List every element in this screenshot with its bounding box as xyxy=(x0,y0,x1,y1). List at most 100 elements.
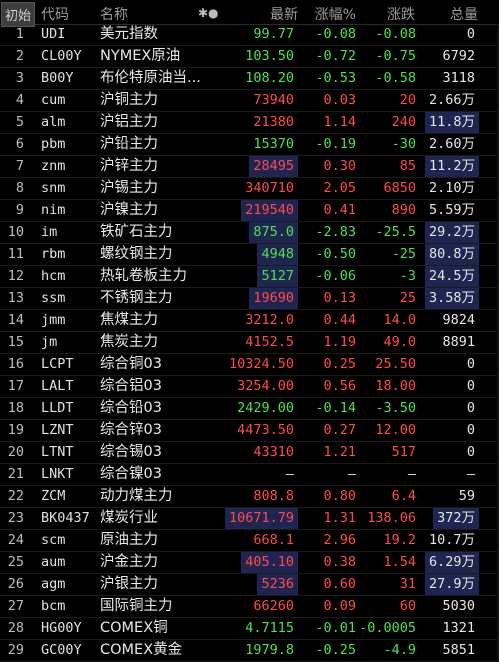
row-code: nim xyxy=(41,202,66,218)
table-row[interactable]: 27 bcm 国际铜主力 66260 0.09 60 5030 xyxy=(0,596,499,618)
row-name: 热轧卷板主力 xyxy=(100,268,187,284)
row-price: 66260 xyxy=(253,598,294,614)
row-code: cum xyxy=(41,92,66,108)
table-row[interactable]: 23 BK0437 煤炭行业 10671.79 1.31 138.06 372万 xyxy=(0,508,499,530)
header-chg[interactable]: 涨跌 xyxy=(387,4,415,24)
row-pct: 0.25 xyxy=(323,356,356,372)
row-chg: 6.4 xyxy=(391,488,416,504)
row-pct: -0.72 xyxy=(315,48,356,64)
row-vol: 27.9万 xyxy=(424,574,479,595)
header-code[interactable]: 代码 xyxy=(41,4,69,24)
table-row[interactable]: 10 im 铁矿石主力 875.0 -2.83 -25.5 29.2万 xyxy=(0,222,499,244)
row-code: ssm xyxy=(41,290,66,306)
row-name: 沪锡主力 xyxy=(100,180,158,196)
table-row[interactable]: 2 CL00Y NYMEX原油 103.50 -0.72 -0.75 6792 xyxy=(0,46,499,68)
row-name: 综合铅03 xyxy=(100,400,162,416)
row-vol: 11.2万 xyxy=(424,156,479,177)
row-price: 875.0 xyxy=(249,222,298,243)
table-row[interactable]: 14 jmm 焦煤主力 3212.0 0.44 14.0 9824 xyxy=(0,310,499,332)
row-vol: 2.60万 xyxy=(428,136,475,152)
row-code: alm xyxy=(41,114,66,130)
row-pct: 2.96 xyxy=(323,532,356,548)
row-name: 动力煤主力 xyxy=(100,488,173,504)
table-row[interactable]: 21 LNKT 综合镍03 — — — — xyxy=(0,464,499,486)
table-row[interactable]: 7 znm 沪锌主力 28495 0.30 85 11.2万 xyxy=(0,156,499,178)
table-row[interactable]: 12 hcm 热轧卷板主力 5127 -0.06 -3 24.5万 xyxy=(0,266,499,288)
table-row[interactable]: 28 HG00Y COMEX铜 4.7115 -0.01 -0.0005 1321 xyxy=(0,618,499,640)
header-vol[interactable]: 总量 xyxy=(450,4,478,24)
table-row[interactable]: 16 LCPT 综合铜03 10324.50 0.25 25.50 0 xyxy=(0,354,499,376)
header-indicator-icon[interactable]: ✱● xyxy=(198,6,219,20)
row-index: 22 xyxy=(7,488,24,504)
row-price: 103.50 xyxy=(245,48,294,64)
row-index: 2 xyxy=(15,48,24,64)
row-chg: -0.0005 xyxy=(359,620,416,636)
row-price: 4473.50 xyxy=(237,422,294,438)
header-pct[interactable]: 涨幅% xyxy=(315,4,356,24)
row-vol: 0 xyxy=(466,378,475,394)
table-row[interactable]: 26 agm 沪银主力 5236 0.60 31 27.9万 xyxy=(0,574,499,596)
table-row[interactable]: 15 jm 焦炭主力 4152.5 1.19 49.0 8891 xyxy=(0,332,499,354)
table-row[interactable]: 19 LZNT 综合锌03 4473.50 0.27 12.00 0 xyxy=(0,420,499,442)
row-index: 27 xyxy=(7,598,24,614)
header-name[interactable]: 名称 xyxy=(100,4,128,24)
row-index: 10 xyxy=(7,224,24,240)
table-row[interactable]: 9 nim 沪镍主力 219540 0.41 890 5.59万 xyxy=(0,200,499,222)
table-row[interactable]: 1 UDI 美元指数 99.77 -0.08 -0.08 0 xyxy=(0,24,499,46)
row-code: CL00Y xyxy=(41,48,82,64)
row-code: aum xyxy=(41,554,66,570)
row-code: ZCM xyxy=(41,488,66,504)
table-row[interactable]: 24 scm 原油主力 668.1 2.96 19.2 10.7万 xyxy=(0,530,499,552)
row-name: 沪金主力 xyxy=(100,554,158,570)
table-row[interactable]: 11 rbm 螺纹钢主力 4948 -0.50 -25 80.8万 xyxy=(0,244,499,266)
row-index: 19 xyxy=(7,422,24,438)
row-index: 7 xyxy=(15,158,24,174)
row-code: hcm xyxy=(41,268,66,284)
table-row[interactable]: 29 GC00Y COMEX黄金 1979.8 -0.25 -4.9 5851 xyxy=(0,640,499,662)
row-name: 综合铜03 xyxy=(100,356,162,372)
row-code: LCPT xyxy=(41,356,74,372)
row-price: 108.20 xyxy=(245,70,294,86)
row-vol: 24.5万 xyxy=(424,266,479,287)
row-index: 21 xyxy=(7,466,24,482)
row-index: 20 xyxy=(7,444,24,460)
row-chg: 85 xyxy=(399,158,416,174)
table-row[interactable]: 20 LTNT 综合锡03 43310 1.21 517 0 xyxy=(0,442,499,464)
row-chg: 12.00 xyxy=(375,422,416,438)
table-row[interactable]: 17 LALT 综合铝03 3254.00 0.56 18.00 0 xyxy=(0,376,499,398)
table-row[interactable]: 5 alm 沪铝主力 21380 1.14 240 11.8万 xyxy=(0,112,499,134)
row-price: 3254.00 xyxy=(237,378,294,394)
row-code: B00Y xyxy=(41,70,74,86)
row-name: 不锈钢主力 xyxy=(100,290,173,306)
row-pct: 2.05 xyxy=(323,180,356,196)
table-row[interactable]: 13 ssm 不锈钢主力 19690 0.13 25 3.58万 xyxy=(0,288,499,310)
row-chg: 31 xyxy=(399,576,416,592)
table-row[interactable]: 8 snm 沪锡主力 340710 2.05 6850 2.10万 xyxy=(0,178,499,200)
row-vol: 0 xyxy=(466,444,475,460)
row-vol: 0 xyxy=(466,400,475,416)
row-chg: -0.58 xyxy=(375,70,416,86)
header-price[interactable]: 最新 xyxy=(270,4,298,24)
row-chg: 49.0 xyxy=(383,334,416,350)
row-price: 43310 xyxy=(253,444,294,460)
row-pct: -0.06 xyxy=(315,268,356,284)
row-chg: -0.08 xyxy=(375,26,416,42)
table-row[interactable]: 6 pbm 沪铅主力 15370 -0.19 -30 2.60万 xyxy=(0,134,499,156)
table-row[interactable]: 3 B00Y 布伦特原油当... 108.20 -0.53 -0.58 3118 xyxy=(0,68,499,90)
table-row[interactable]: 22 ZCM 动力煤主力 808.8 0.80 6.4 59 xyxy=(0,486,499,508)
row-price: 10671.79 xyxy=(224,508,298,529)
row-chg: 890 xyxy=(391,202,416,218)
row-pct: -0.01 xyxy=(315,620,356,636)
row-chg: -30 xyxy=(391,136,416,152)
row-pct: 0.80 xyxy=(323,488,356,504)
row-price: 4.7115 xyxy=(245,620,294,636)
row-vol: 10.7万 xyxy=(428,532,475,548)
row-chg: 240 xyxy=(391,114,416,130)
table-row[interactable]: 25 aum 沪金主力 405.10 0.38 1.54 6.29万 xyxy=(0,552,499,574)
table-row[interactable]: 4 cum 沪铜主力 73940 0.03 20 2.66万 xyxy=(0,90,499,112)
row-index: 18 xyxy=(7,400,24,416)
table-row[interactable]: 18 LLDT 综合铅03 2429.00 -0.14 -3.50 0 xyxy=(0,398,499,420)
row-price: 5127 xyxy=(257,266,298,287)
row-name: 沪镍主力 xyxy=(100,202,158,218)
row-chg: 19.2 xyxy=(383,532,416,548)
